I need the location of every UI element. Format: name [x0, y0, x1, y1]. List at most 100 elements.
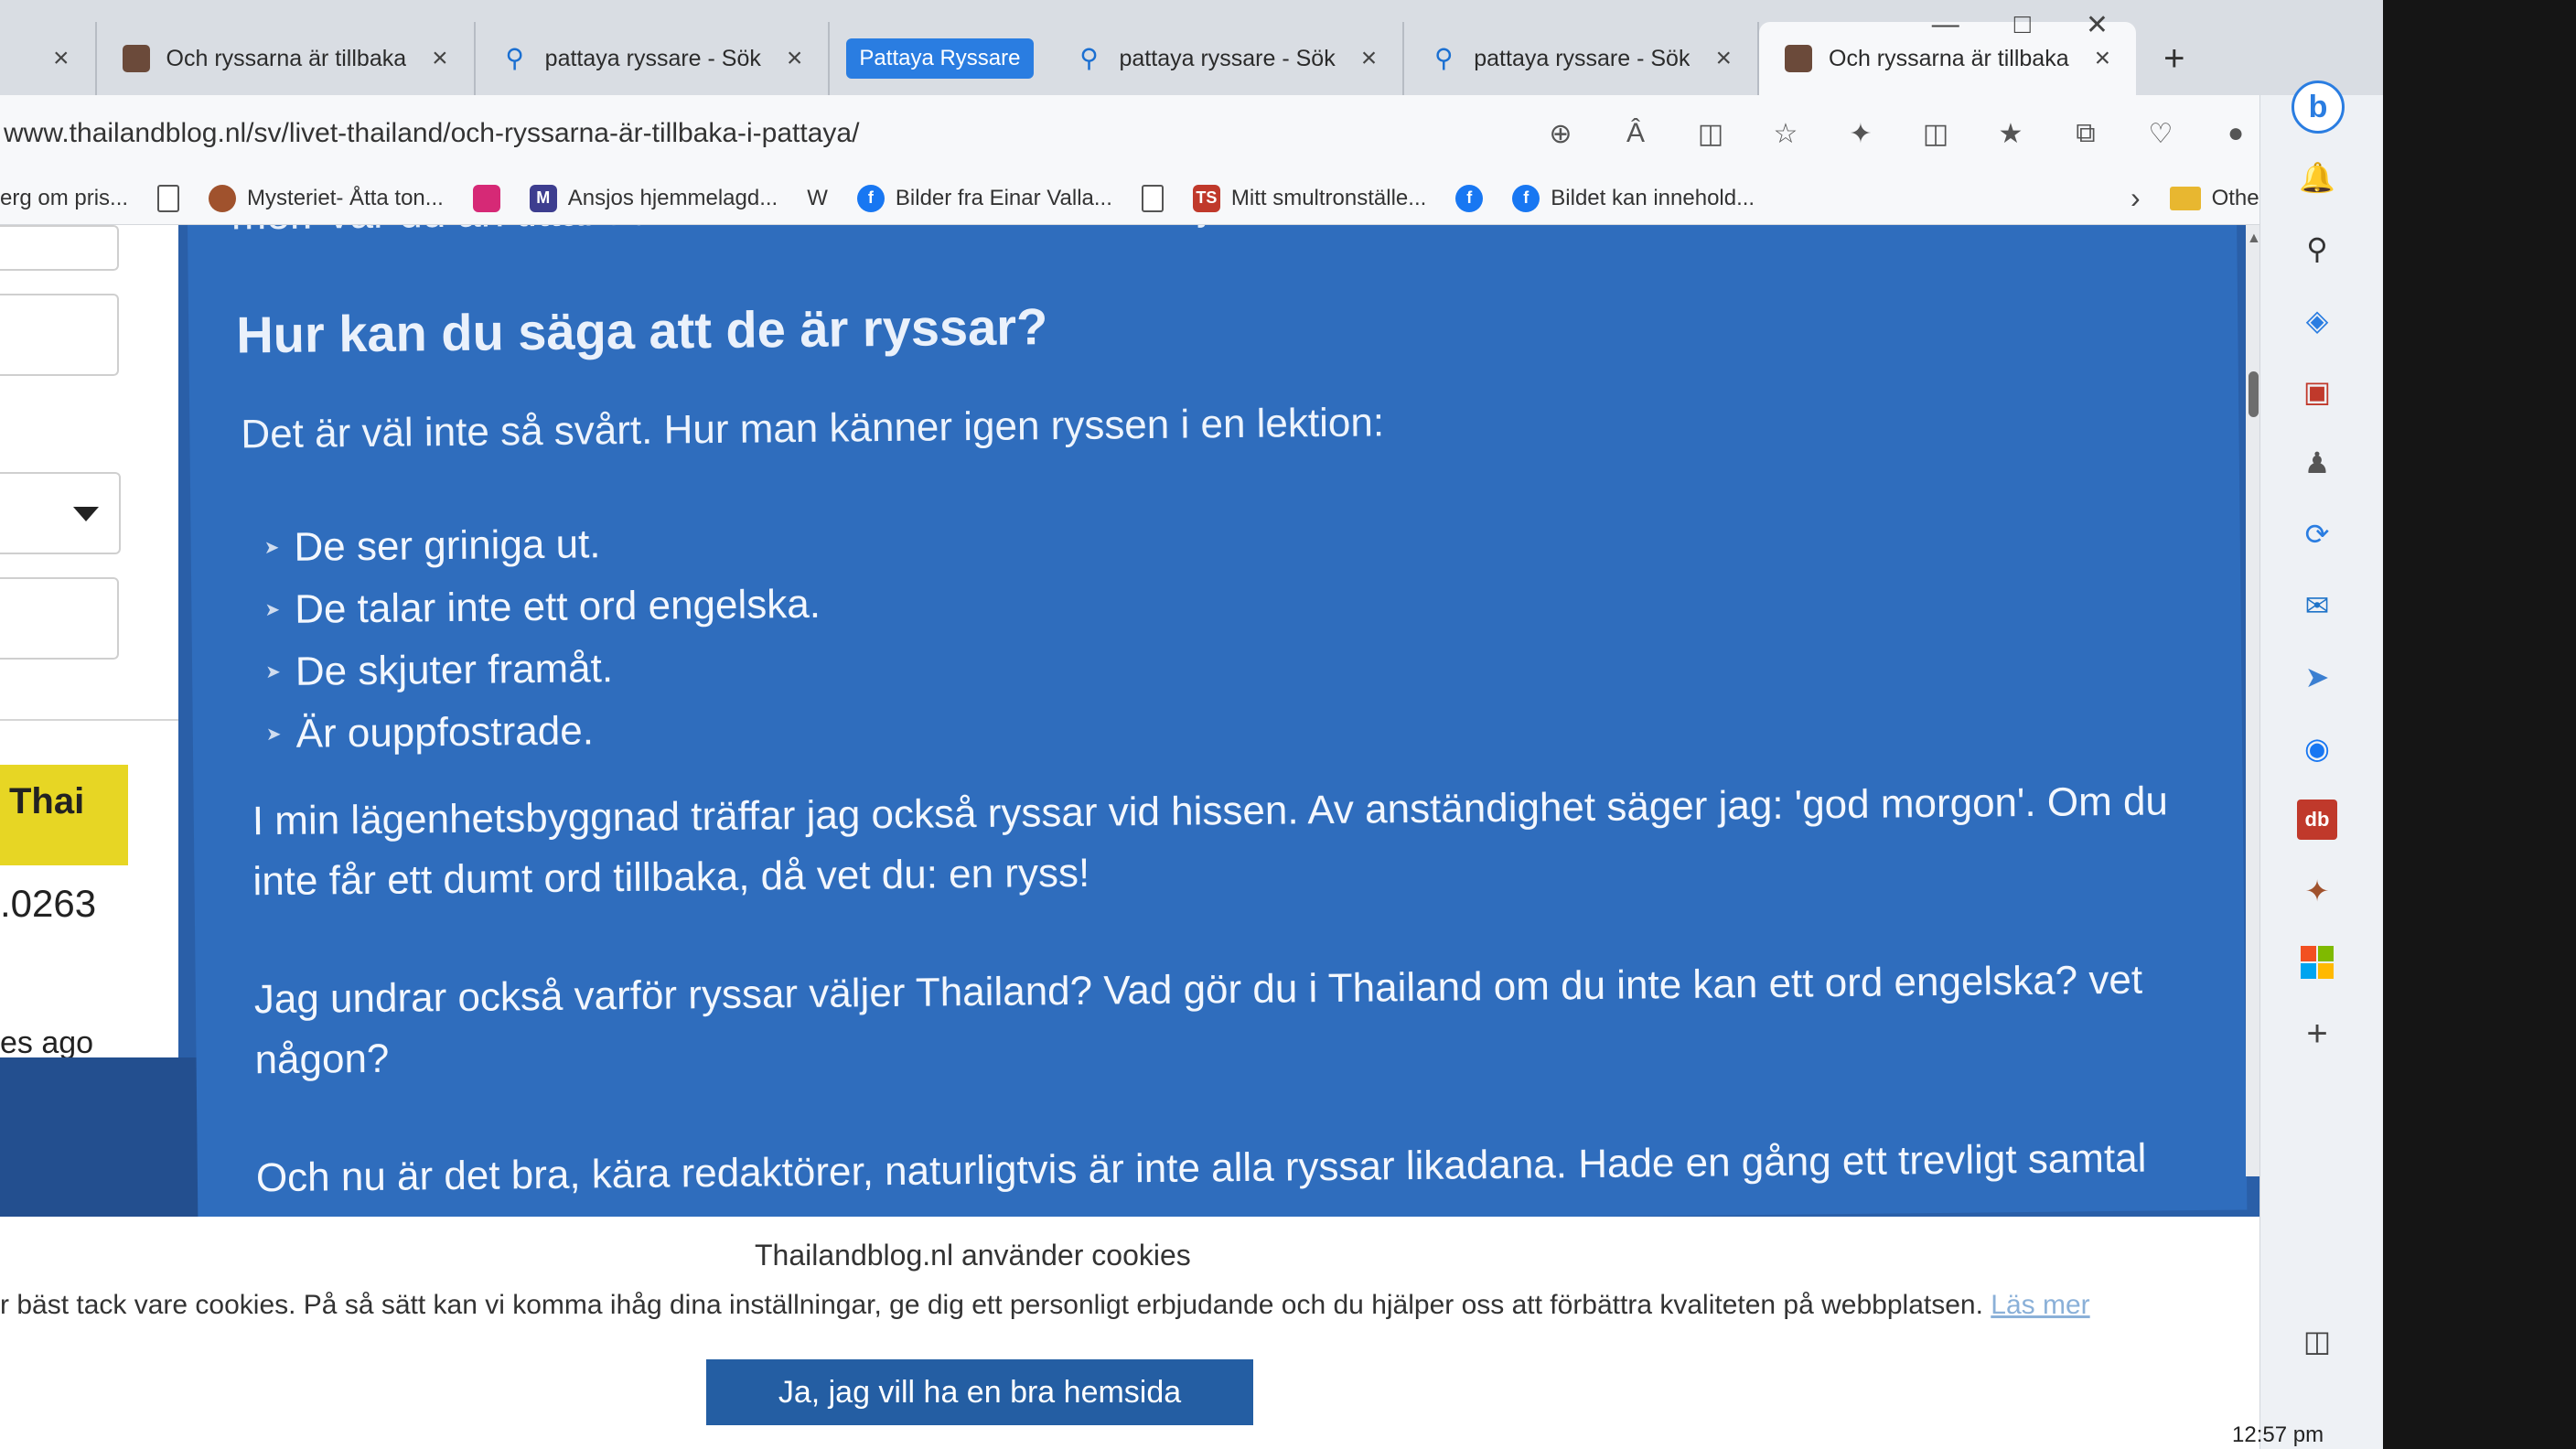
cookie-banner: Thailandblog.nl använder cookies r bäst … [0, 1217, 2287, 1449]
collections-icon[interactable]: ⧉ [2068, 116, 2103, 151]
tab-label: pattaya ryssare - Sök [1119, 45, 1336, 71]
tab-search-1[interactable]: ⚲ pattaya ryssare - Sök × [476, 22, 831, 95]
microsoft-store-icon[interactable] [2297, 942, 2337, 982]
bing-chat-icon[interactable]: b [2292, 80, 2345, 134]
tab-label: pattaya ryssare - Sök [1474, 45, 1690, 71]
favorites-icon[interactable]: ★ [1993, 116, 2028, 151]
currency-select[interactable] [0, 472, 121, 554]
facebook-icon: f [1455, 184, 1484, 212]
scroll-up-icon[interactable]: ▲ [2247, 231, 2259, 247]
close-icon[interactable]: × [432, 43, 448, 74]
currency-badge: Thai [0, 765, 128, 865]
tab-och-ryssarna-1[interactable]: Och ryssarna är tillbaka × [97, 22, 476, 95]
read-aloud-icon[interactable]: Â [1618, 116, 1653, 151]
article-lead: Det är väl inte så svårt. Hur man känner… [241, 400, 1385, 457]
shopping-tag-icon[interactable]: ◈ [2297, 300, 2337, 340]
favorite-item[interactable] [157, 184, 180, 212]
notifications-icon[interactable]: 🔔 [2297, 157, 2337, 198]
close-icon[interactable]: × [53, 43, 70, 74]
site-favicon-icon [1785, 45, 1812, 72]
accept-cookies-button[interactable]: Ja, jag vill ha en bra hemsida [706, 1359, 1253, 1425]
updated-ago: es ago [0, 1025, 94, 1060]
clock: 12:57 pm [2232, 1422, 2324, 1447]
facebook-icon: f [856, 184, 885, 212]
cookie-title: Thailandblog.nl använder cookies [755, 1239, 1191, 1272]
list-item: De talar inte ett ord engelska. [264, 574, 821, 641]
chevron-right-icon[interactable]: › [2131, 181, 2141, 215]
close-icon[interactable]: × [1361, 43, 1378, 74]
scrollbar-thumb[interactable] [2249, 371, 2259, 417]
divider [0, 719, 178, 721]
microsoft-365-icon[interactable]: ⟳ [2297, 514, 2337, 554]
close-icon[interactable]: × [2095, 43, 2111, 74]
input-box[interactable] [0, 577, 119, 660]
favorite-item[interactable]: erg om pris... [0, 186, 128, 211]
ts-site-icon: TS [1192, 184, 1220, 212]
maximize-icon[interactable]: □ [2014, 9, 2031, 41]
site-favicon-icon [122, 45, 150, 72]
screen-bezel [2383, 0, 2576, 1449]
article-body: mer. Var du än tittar kan du inte missa … [188, 225, 2248, 1231]
article-heading: Hur kan du säga att de är ryssar? [235, 297, 1048, 364]
favorite-item[interactable]: M Ansjos hjemmelagd... [529, 184, 778, 212]
exchange-rate: .0263 [0, 882, 97, 925]
hide-sidebar-icon[interactable]: ◫ [2297, 1321, 2337, 1361]
favorite-item[interactable]: f Bildet kan innehold... [1512, 184, 1755, 212]
db-icon[interactable]: db [2297, 800, 2337, 840]
bird-icon [209, 184, 237, 212]
games-icon[interactable]: ♟ [2297, 443, 2337, 483]
folder-icon [2169, 186, 2201, 210]
list-item: De skjuter framåt. [265, 636, 821, 703]
immersive-reader-icon[interactable]: ◫ [1693, 116, 1728, 151]
url-field[interactable]: www.thailandblog.nl/sv/livet-thailand/oc… [0, 118, 1543, 149]
m-site-icon: M [529, 184, 557, 212]
list-item: Är ouppfostrade. [265, 698, 821, 766]
document-icon [157, 184, 180, 212]
favorite-item[interactable]: f Bilder fra Einar Valla... [856, 184, 1112, 212]
drop-icon[interactable]: ➤ [2297, 657, 2337, 697]
favorite-item[interactable]: Mysteriet- Åtta ton... [209, 184, 444, 212]
read-more-link[interactable]: Läs mer [1991, 1290, 2089, 1320]
search-icon[interactable]: ⚲ [2297, 229, 2337, 269]
tools-icon[interactable]: ▣ [2297, 371, 2337, 412]
search-icon: ⚲ [1433, 44, 1454, 72]
edge-sidebar: 🔔 ⚲ ◈ ▣ ♟ ⟳ ✉ ➤ ◉ db ✦ + ◫ [2259, 95, 2383, 1449]
profile-icon[interactable]: ● [2218, 116, 2253, 151]
bird-icon[interactable]: ✦ [2297, 871, 2337, 911]
add-sidebar-app-icon[interactable]: + [2297, 1014, 2337, 1054]
tab-search-3[interactable]: ⚲ pattaya ryssare - Sök × [1404, 22, 1759, 95]
new-tab-button[interactable]: + [2136, 22, 2212, 95]
tab-group-label[interactable]: Pattaya Ryssare [846, 38, 1034, 79]
browser-essentials-icon[interactable]: ♡ [2143, 116, 2178, 151]
close-icon[interactable]: × [787, 43, 803, 74]
close-window-icon[interactable]: ✕ [2086, 9, 2109, 41]
input-box[interactable] [0, 294, 119, 376]
split-screen-icon[interactable]: ◫ [1918, 116, 1953, 151]
close-icon[interactable]: × [1715, 43, 1732, 74]
favorite-item[interactable]: f [1455, 184, 1484, 212]
search-icon: ⚲ [505, 44, 524, 72]
outlook-icon[interactable]: ✉ [2297, 585, 2337, 626]
favorite-item[interactable] [472, 184, 500, 212]
bullet-list: De ser griniga ut. De talar inte ett ord… [263, 511, 821, 766]
favorite-item[interactable]: TS Mitt smultronställe... [1192, 184, 1426, 212]
document-icon [1141, 184, 1164, 212]
favorite-item[interactable]: W [807, 186, 828, 211]
tab-close-partial[interactable]: × [18, 22, 97, 95]
tab-search-2[interactable]: ⚲ pattaya ryssare - Sök × [1050, 22, 1405, 95]
list-item: De ser griniga ut. [263, 511, 820, 579]
facebook-icon[interactable]: ◉ [2297, 728, 2337, 768]
zoom-icon[interactable]: ⊕ [1543, 116, 1578, 151]
tab-label: pattaya ryssare - Sök [544, 45, 761, 71]
input-box[interactable] [0, 225, 119, 271]
cookie-text: r bäst tack vare cookies. På så sätt kan… [0, 1290, 2090, 1320]
favorite-item[interactable] [1141, 184, 1164, 212]
article-paragraph: Och nu är det bra, kära redaktörer, natu… [255, 1135, 2147, 1201]
minimize-icon[interactable]: — [1932, 9, 1959, 41]
extensions-icon[interactable]: ✦ [1843, 116, 1878, 151]
tab-label: Och ryssarna är tillbaka [1829, 45, 2069, 71]
address-bar-row: www.thailandblog.nl/sv/livet-thailand/oc… [0, 95, 2383, 172]
favorite-star-icon[interactable]: ☆ [1768, 116, 1803, 151]
facebook-icon: f [1512, 184, 1540, 212]
scrollbar[interactable] [2246, 225, 2259, 1176]
